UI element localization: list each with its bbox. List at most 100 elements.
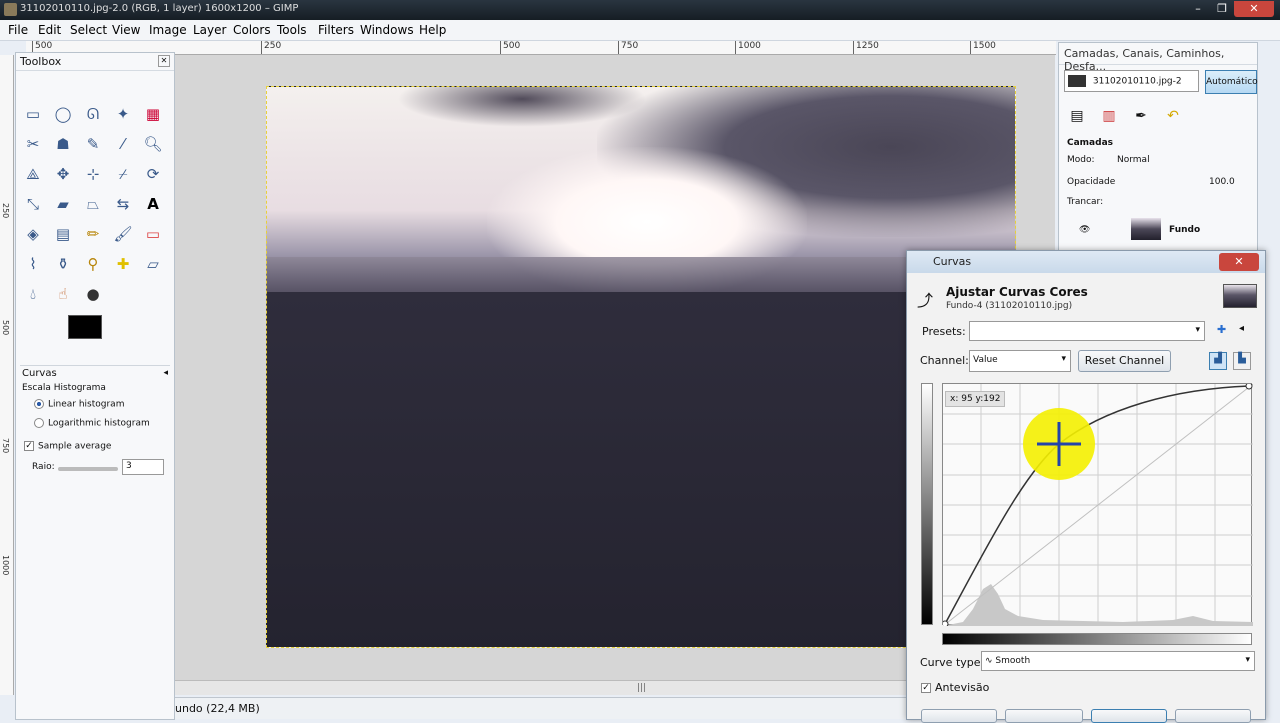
menu-layer[interactable]: Layer (193, 23, 226, 37)
help-button[interactable] (921, 709, 997, 723)
menubar: File Edit Select View Image Layer Colors… (0, 20, 1280, 41)
close-icon[interactable]: ✕ (1219, 253, 1259, 271)
linear-histogram-icon[interactable]: ▟ (1209, 352, 1227, 370)
color-swatches[interactable] (68, 315, 118, 355)
layers-dock-title: Camadas, Canais, Caminhos, Desfa... (1059, 43, 1257, 73)
menu-image[interactable]: Image (149, 23, 187, 37)
clone-tool-icon[interactable]: ⚲ (82, 253, 104, 275)
menu-view[interactable]: View (112, 23, 140, 37)
crop-tool-icon[interactable]: ⌿ (112, 163, 134, 185)
color-picker-tool-icon[interactable]: ⁄ (112, 133, 134, 155)
curve-point[interactable] (1245, 382, 1253, 390)
eraser-tool-icon[interactable]: ▭ (142, 223, 164, 245)
foreground-color[interactable] (68, 315, 102, 339)
radius-spinner[interactable]: 3 (122, 459, 164, 475)
ruler-tick: 250 (261, 41, 281, 54)
ink-tool-icon[interactable]: ⚱ (52, 253, 74, 275)
auto-button[interactable]: Automático (1205, 70, 1258, 94)
log-histogram-icon[interactable]: ▙ (1233, 352, 1251, 370)
menu-windows[interactable]: Windows (360, 23, 414, 37)
undo-tab-icon[interactable]: ↶ (1161, 105, 1185, 127)
image-select-dropdown[interactable]: 31102010110.jpg-2 (1064, 70, 1199, 92)
menu-help[interactable]: Help (419, 23, 446, 37)
airbrush-tool-icon[interactable]: ⌇ (22, 253, 44, 275)
tab-menu-icon[interactable]: ◂ (163, 368, 168, 378)
dodge-burn-tool-icon[interactable]: ● (82, 283, 104, 305)
restore-icon[interactable]: ❐ (1210, 1, 1234, 17)
align-tool-icon[interactable]: ⊹ (82, 163, 104, 185)
checkbox-icon[interactable]: ✓ (921, 683, 931, 693)
rect-select-tool-icon[interactable]: ▭ (22, 103, 44, 125)
preview-label: Antevisão (935, 681, 990, 694)
horizontal-scrollbar[interactable]: ||| (175, 680, 915, 695)
image-canvas[interactable] (266, 86, 1016, 648)
horizontal-ruler[interactable]: 500 250 500 750 1000 1250 1500 (26, 41, 1056, 55)
scale-tool-icon[interactable]: ⤡ (22, 193, 44, 215)
text-tool-icon[interactable]: A (142, 193, 164, 215)
window-title: 31102010110.jpg-2.0 (RGB, 1 layer) 1600x… (20, 3, 299, 14)
log-histogram-option[interactable]: Logarithmic histogram (34, 418, 150, 429)
blend-tool-icon[interactable]: ▤ (52, 223, 74, 245)
perspective-clone-tool-icon[interactable]: ▱ (142, 253, 164, 275)
scissors-tool-icon[interactable]: ✂ (22, 133, 44, 155)
measure-tool-icon[interactable]: ⟁ (22, 163, 44, 185)
radio-icon[interactable] (34, 399, 44, 409)
paths-tool-icon[interactable]: ✎ (82, 133, 104, 155)
zoom-tool-icon[interactable]: 🔍︎ (142, 133, 164, 155)
toolbox-header: Toolbox ✕ (16, 53, 174, 71)
reset-button[interactable] (1005, 709, 1083, 723)
status-bar: undo (22,4 MB) (175, 697, 915, 719)
presets-menu-icon[interactable]: ◂ (1239, 323, 1244, 334)
opacity-value[interactable]: 100.0 (1209, 177, 1235, 187)
close-icon[interactable]: ✕ (158, 55, 170, 67)
shear-tool-icon[interactable]: ▰ (52, 193, 74, 215)
move-tool-icon[interactable]: ✥ (52, 163, 74, 185)
ok-button[interactable] (1091, 709, 1167, 723)
smudge-tool-icon[interactable]: ☝ (52, 283, 74, 305)
radio-icon[interactable] (34, 418, 44, 428)
menu-tools[interactable]: Tools (277, 23, 307, 37)
channel-dropdown[interactable]: Value ▾ (969, 350, 1071, 372)
layer-name[interactable]: Fundo (1169, 225, 1200, 235)
presets-dropdown[interactable]: ▾ (969, 321, 1205, 341)
flip-tool-icon[interactable]: ⇆ (112, 193, 134, 215)
checkbox-icon[interactable]: ✓ (24, 441, 34, 451)
scroll-grip-icon[interactable]: ||| (637, 683, 646, 693)
blur-tool-icon[interactable]: 💧︎ (22, 283, 44, 305)
select-by-color-tool-icon[interactable]: ▦ (142, 103, 164, 125)
menu-edit[interactable]: Edit (38, 23, 61, 37)
menu-colors[interactable]: Colors (233, 23, 271, 37)
rotate-tool-icon[interactable]: ⟳ (142, 163, 164, 185)
fuzzy-select-tool-icon[interactable]: ✦ (112, 103, 134, 125)
mode-value[interactable]: Normal (1117, 155, 1150, 165)
preview-toggle[interactable]: ✓ Antevisão (921, 681, 989, 694)
paintbrush-tool-icon[interactable]: 🖌︎ (112, 223, 134, 245)
layer-thumbnail[interactable] (1131, 218, 1161, 240)
add-preset-icon[interactable]: ✚ (1217, 323, 1226, 336)
menu-file[interactable]: File (8, 23, 28, 37)
heal-tool-icon[interactable]: ✚ (112, 253, 134, 275)
curve-point[interactable] (941, 620, 949, 628)
menu-filters[interactable]: Filters (318, 23, 354, 37)
channels-tab-icon[interactable]: ▥ (1097, 105, 1121, 127)
linear-histogram-option[interactable]: Linear histogram (34, 399, 124, 410)
radius-slider[interactable] (58, 467, 118, 471)
ellipse-select-tool-icon[interactable]: ◯ (52, 103, 74, 125)
minimize-icon[interactable]: – (1186, 1, 1210, 17)
reset-channel-button[interactable]: Reset Channel (1078, 350, 1171, 372)
close-icon[interactable]: ✕ (1234, 1, 1274, 17)
paths-tab-icon[interactable]: ✒ (1129, 105, 1153, 127)
foreground-select-tool-icon[interactable]: ☗ (52, 133, 74, 155)
sample-average-option[interactable]: ✓ Sample average (24, 441, 111, 452)
eye-icon[interactable]: 👁︎ (1079, 225, 1090, 235)
vertical-ruler[interactable]: 250 500 750 1000 (0, 55, 14, 695)
cancel-button[interactable] (1175, 709, 1251, 723)
layers-tab-icon[interactable]: ▤ (1065, 105, 1089, 127)
curve-type-dropdown[interactable]: ∿ Smooth ▾ (981, 651, 1255, 671)
free-select-tool-icon[interactable]: ᘏ (82, 103, 104, 125)
curve-graph[interactable] (941, 382, 1254, 628)
pencil-tool-icon[interactable]: ✏ (82, 223, 104, 245)
perspective-tool-icon[interactable]: ⏢ (82, 193, 104, 215)
bucket-fill-tool-icon[interactable]: ◈ (22, 223, 44, 245)
menu-select[interactable]: Select (70, 23, 107, 37)
